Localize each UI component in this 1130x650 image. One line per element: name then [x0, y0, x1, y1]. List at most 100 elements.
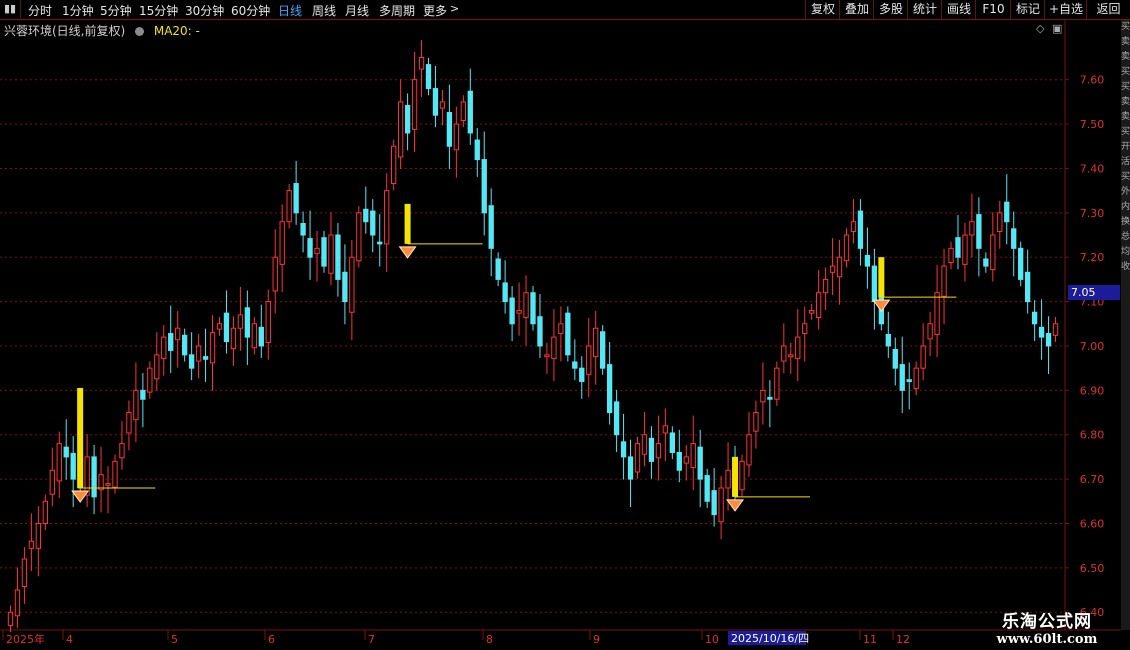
candle[interactable]	[230, 316, 237, 366]
candle[interactable]	[98, 446, 104, 513]
candle[interactable]	[1031, 300, 1038, 342]
candle[interactable]	[321, 231, 327, 273]
candle[interactable]	[704, 468, 710, 508]
candle[interactable]	[551, 309, 557, 382]
candle[interactable]	[516, 282, 522, 336]
candle[interactable]	[223, 290, 230, 354]
candle[interactable]	[161, 325, 167, 376]
candlestick-chart[interactable]: 7.607.507.407.307.207.107.006.906.806.70…	[0, 0, 1121, 650]
candle[interactable]	[140, 373, 146, 428]
candle[interactable]	[857, 199, 864, 266]
candle[interactable]	[425, 57, 432, 96]
candle[interactable]	[356, 206, 362, 268]
candle[interactable]	[718, 476, 724, 540]
candle[interactable]	[544, 342, 550, 374]
buy-signal[interactable]	[398, 203, 483, 259]
candle[interactable]	[175, 310, 181, 368]
candle[interactable]	[774, 361, 780, 406]
candle[interactable]	[871, 248, 878, 330]
candle[interactable]	[683, 444, 689, 481]
candle[interactable]	[523, 275, 529, 346]
candle[interactable]	[49, 447, 55, 507]
candle[interactable]	[941, 248, 947, 325]
candle[interactable]	[885, 311, 891, 358]
candle[interactable]	[188, 332, 195, 381]
candle[interactable]	[815, 270, 822, 330]
candle[interactable]	[195, 333, 202, 379]
candle[interactable]	[453, 106, 460, 178]
candle[interactable]	[377, 214, 383, 267]
candle[interactable]	[620, 413, 627, 480]
candle[interactable]	[927, 311, 933, 357]
candle[interactable]	[7, 605, 14, 633]
candle[interactable]	[613, 389, 620, 453]
candle[interactable]	[1004, 174, 1010, 245]
candle[interactable]	[969, 193, 975, 258]
candle[interactable]	[676, 429, 682, 483]
candle[interactable]	[474, 128, 480, 177]
candle[interactable]	[105, 466, 111, 514]
candle[interactable]	[147, 361, 153, 399]
candle[interactable]	[753, 400, 759, 449]
side-info-panel[interactable]: 买卖卖买买卖卖买开活买外内换总均收	[1121, 20, 1130, 630]
candle[interactable]	[133, 362, 139, 443]
candle[interactable]	[42, 494, 48, 531]
candle[interactable]	[154, 332, 160, 391]
candle[interactable]	[481, 131, 487, 236]
candle[interactable]	[962, 223, 968, 282]
candle[interactable]	[314, 231, 320, 282]
candle[interactable]	[648, 426, 655, 479]
candle[interactable]	[809, 303, 815, 320]
candle[interactable]	[300, 211, 306, 253]
candle[interactable]	[286, 183, 292, 229]
candle[interactable]	[586, 318, 592, 398]
candle[interactable]	[502, 260, 508, 314]
candle[interactable]	[293, 160, 299, 225]
candle[interactable]	[760, 362, 766, 425]
candle[interactable]	[63, 419, 69, 480]
candle[interactable]	[634, 436, 641, 479]
candle[interactable]	[432, 65, 439, 128]
candle[interactable]	[655, 415, 662, 481]
candle[interactable]	[843, 228, 850, 268]
candle[interactable]	[913, 361, 919, 396]
candle[interactable]	[530, 286, 536, 331]
candle[interactable]	[56, 431, 62, 499]
candle[interactable]	[983, 252, 989, 273]
candle[interactable]	[251, 317, 257, 355]
candle[interactable]	[168, 305, 174, 374]
candle[interactable]	[237, 286, 244, 351]
candle[interactable]	[558, 306, 564, 362]
candle[interactable]	[91, 444, 97, 515]
candle[interactable]	[697, 429, 703, 508]
candle[interactable]	[850, 199, 857, 244]
candle[interactable]	[572, 339, 578, 381]
candle[interactable]	[795, 309, 801, 382]
candle[interactable]	[788, 342, 794, 374]
candle[interactable]	[934, 264, 940, 358]
candle[interactable]	[28, 513, 35, 571]
candle[interactable]	[948, 241, 954, 270]
candle[interactable]	[488, 188, 494, 277]
candle[interactable]	[363, 186, 369, 234]
candle[interactable]	[669, 426, 675, 460]
candle[interactable]	[606, 341, 613, 425]
candle[interactable]	[1038, 299, 1045, 360]
candle[interactable]	[739, 454, 745, 497]
candle[interactable]	[181, 328, 188, 362]
candle[interactable]	[209, 315, 216, 391]
candle[interactable]	[21, 547, 28, 604]
candle[interactable]	[627, 439, 634, 508]
candle[interactable]	[829, 238, 836, 295]
candle[interactable]	[335, 223, 341, 297]
candle[interactable]	[439, 89, 446, 126]
candle[interactable]	[35, 506, 42, 577]
candle[interactable]	[202, 328, 209, 382]
candle[interactable]	[593, 310, 599, 385]
candle[interactable]	[14, 567, 21, 628]
candle[interactable]	[70, 436, 76, 508]
candle[interactable]	[997, 200, 1003, 249]
candle[interactable]	[579, 356, 585, 399]
candle[interactable]	[509, 286, 515, 342]
candle[interactable]	[899, 336, 905, 413]
